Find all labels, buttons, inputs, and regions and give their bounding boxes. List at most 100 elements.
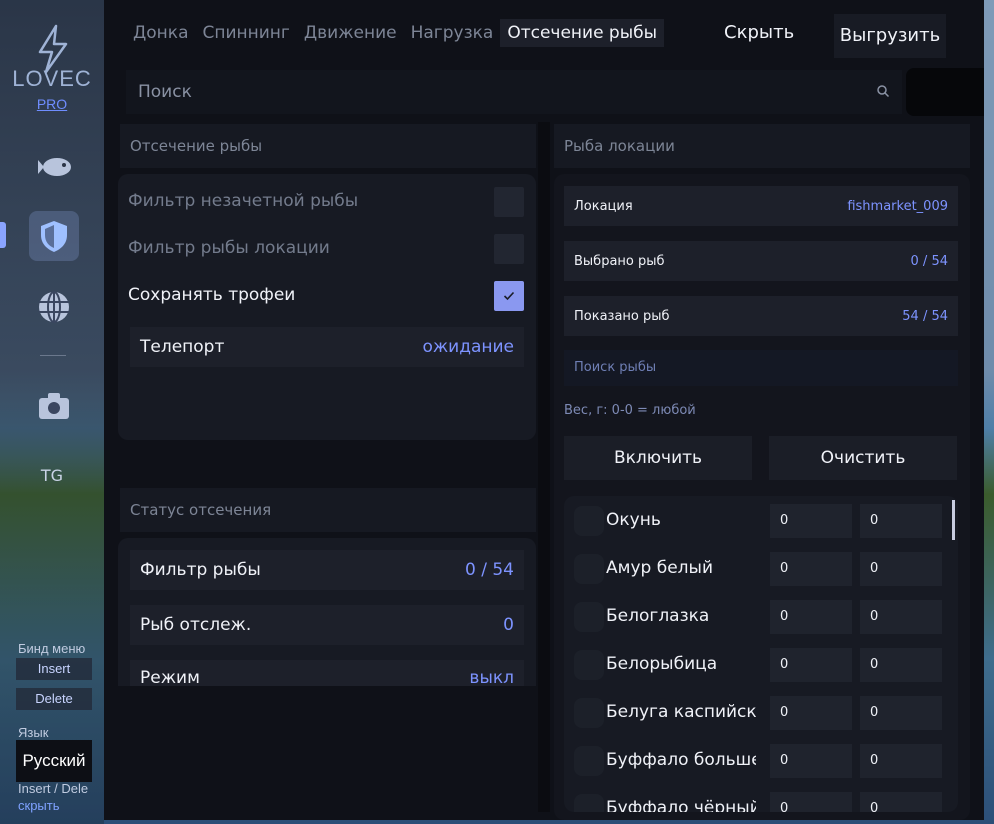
shown-row: Показано рыб 54 / 54	[564, 296, 958, 336]
filter-location-checkbox[interactable]	[494, 234, 524, 264]
save-trophies-checkbox[interactable]	[494, 281, 524, 311]
clear-button[interactable]: Очистить	[769, 436, 957, 480]
shown-label: Показано рыб	[574, 308, 670, 324]
fish-checkbox[interactable]	[574, 698, 604, 728]
filter-unscored-checkbox[interactable]	[494, 187, 524, 217]
fish-max-input[interactable]: 0	[860, 552, 942, 586]
tab-donka[interactable]: Донка	[126, 19, 195, 47]
selected-row: Выбрано рыб 0 / 54	[564, 241, 958, 281]
fish-checkbox[interactable]	[574, 602, 604, 632]
fish-max-input[interactable]: 0	[860, 744, 942, 778]
fish-name: Белуга каспийская	[606, 702, 756, 722]
list-item: Белоглазка 0 0	[564, 598, 958, 634]
language-select[interactable]: Русский	[16, 740, 92, 782]
status-panel: Фильтр рыбы 0 / 54 Рыб отслеж. 0 Режим в…	[118, 538, 536, 802]
status-filter-value: 0 / 54	[465, 560, 514, 580]
list-item: Белорыбица 0 0	[564, 646, 958, 682]
hide-link[interactable]: скрыть	[18, 798, 60, 813]
fish-checkbox[interactable]	[574, 554, 604, 584]
search-icon	[877, 85, 890, 98]
fish-max-input[interactable]: 0	[860, 648, 942, 682]
list-item: Буффало большер 0 0	[564, 742, 958, 778]
teleport-row[interactable]: Телепорт ожидание	[130, 327, 524, 367]
fish-name: Буффало большер	[606, 750, 756, 770]
fish-min-input[interactable]: 0	[770, 792, 852, 812]
enable-button[interactable]: Включить	[564, 436, 752, 480]
fish-name: Окунь	[606, 510, 661, 530]
fish-cutoff-header: Отсечение рыбы	[120, 124, 536, 168]
bind-menu-label: Бинд меню	[18, 641, 86, 656]
search-extra-box	[906, 68, 984, 116]
fish-name: Белоглазка	[606, 606, 710, 626]
selected-label: Выбрано рыб	[574, 253, 665, 269]
globe-icon	[39, 291, 69, 323]
fish-checkbox[interactable]	[574, 650, 604, 680]
sidebar-item-tg[interactable]: TG	[0, 466, 104, 485]
filter-location-label: Фильтр рыбы локации	[128, 238, 330, 258]
fish-checkbox[interactable]	[574, 746, 604, 776]
active-marker	[0, 222, 6, 248]
fish-max-input[interactable]: 0	[860, 504, 942, 538]
status-filter-label: Фильтр рыбы	[140, 560, 261, 580]
fish-checkbox[interactable]	[574, 506, 604, 536]
hide-button[interactable]: Скрыть	[724, 22, 794, 43]
fish-icon	[38, 158, 71, 176]
status-tracked-label: Рыб отслеж.	[140, 615, 252, 635]
fish-list: Окунь 0 0 Амур белый 0 0 Белоглазка 0 0 …	[564, 496, 958, 812]
main-window: Донка Спиннинг Движение Нагрузка Отсечен…	[104, 0, 984, 820]
list-item: Белуга каспийская 0 0	[564, 694, 958, 730]
status-row-tracked: Рыб отслеж. 0	[130, 605, 524, 645]
column-divider	[538, 122, 550, 812]
fish-list-scrollbar[interactable]	[952, 500, 955, 540]
fish-min-input[interactable]: 0	[770, 648, 852, 682]
fish-search-input[interactable]: Поиск рыбы	[564, 350, 958, 386]
filter-unscored-label: Фильтр незачетной рыбы	[128, 191, 359, 211]
fish-min-input[interactable]: 0	[770, 504, 852, 538]
search-input[interactable]: Поиск	[126, 70, 902, 114]
list-item: Амур белый 0 0	[564, 550, 958, 586]
sidebar-item-camera[interactable]	[29, 381, 79, 431]
location-label: Локация	[574, 198, 633, 214]
fish-min-input[interactable]: 0	[770, 696, 852, 730]
sidebar-item-shield[interactable]	[29, 211, 79, 261]
logo: LOVEC PRO	[0, 24, 104, 112]
fish-min-input[interactable]: 0	[770, 744, 852, 778]
search-label: Поиск	[138, 82, 192, 102]
status-header: Статус отсечения	[120, 488, 536, 532]
sidebar-separator	[40, 355, 66, 356]
fish-max-input[interactable]: 0	[860, 792, 942, 812]
fish-name: Буффало чёрный	[606, 798, 756, 812]
fish-max-input[interactable]: 0	[860, 696, 942, 730]
shown-value: 54 / 54	[902, 308, 948, 324]
tab-load[interactable]: Нагрузка	[404, 19, 501, 47]
save-trophies-label: Сохранять трофеи	[128, 285, 296, 305]
weight-hint: Вес, г: 0-0 = любой	[564, 403, 696, 418]
status-overflow-mask	[118, 686, 536, 802]
fish-min-input[interactable]: 0	[770, 552, 852, 586]
status-tracked-value: 0	[503, 615, 514, 635]
sidebar-item-globe[interactable]	[29, 282, 79, 332]
tab-fish-cutoff[interactable]: Отсечение рыбы	[500, 19, 665, 47]
list-item: Буффало чёрный 0 0	[564, 790, 958, 812]
tab-movement[interactable]: Движение	[297, 19, 404, 47]
fish-name: Белорыбица	[606, 654, 718, 674]
bind-insert-button[interactable]: Insert	[16, 658, 92, 680]
location-row: Локация fishmarket_009	[564, 186, 958, 226]
location-fish-header: Рыба локации	[554, 124, 970, 168]
status-mode-value: выкл	[469, 668, 514, 688]
logo-pro: PRO	[36, 96, 68, 112]
language-label: Язык	[18, 725, 49, 740]
check-icon	[503, 291, 515, 301]
sidebar: LOVEC PRO TG Бинд меню Insert Delete Язы…	[0, 0, 104, 824]
teleport-value: ожидание	[422, 337, 514, 357]
fish-checkbox[interactable]	[574, 794, 604, 812]
status-row-mode: Режим выкл	[130, 660, 524, 688]
fish-min-input[interactable]: 0	[770, 600, 852, 634]
sidebar-item-fish[interactable]	[29, 142, 79, 192]
bind-delete-button[interactable]: Delete	[16, 688, 92, 710]
fish-max-input[interactable]: 0	[860, 600, 942, 634]
teleport-label: Телепорт	[140, 337, 225, 357]
tab-spinning[interactable]: Спиннинг	[195, 19, 296, 47]
camera-icon	[39, 393, 69, 419]
export-button[interactable]: Выгрузить	[834, 14, 946, 58]
